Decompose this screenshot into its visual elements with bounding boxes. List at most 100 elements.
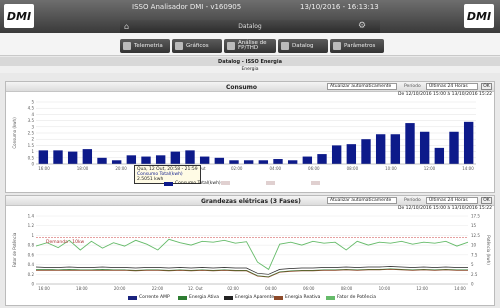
bar: [405, 123, 415, 164]
period-label: Período: [404, 84, 421, 89]
bar: [170, 151, 181, 164]
y-tick-label: 1.5: [28, 143, 35, 148]
panel-title: Grandezas elétricas (3 Fases): [201, 198, 301, 205]
bar: [273, 159, 283, 164]
x-tick-label: 10:00: [385, 166, 397, 171]
bar: [463, 121, 474, 164]
y2-tick-label: 0: [471, 282, 474, 287]
x-tick-label: 20:00: [114, 286, 126, 291]
legend-aparente[interactable]: Energia Aparente: [224, 295, 274, 300]
breadcrumb-sub: Energia: [0, 66, 500, 73]
y-tick-label: 0.5: [28, 155, 35, 160]
bar: [38, 150, 49, 164]
legend-reativa[interactable]: Energia Reativa: [274, 295, 320, 300]
panel-header: Consumo Atualizar automaticamente Períod…: [6, 82, 494, 92]
x-tick-label: 10:00: [379, 286, 391, 291]
bar: [82, 149, 93, 164]
tab-analise[interactable]: Análise de FP/THD: [224, 39, 276, 53]
y-axis-label: Consumo (kwh): [12, 117, 17, 149]
x-tick-label: 08:00: [341, 286, 353, 291]
breadcrumb: Datalog - ISSO Energia: [0, 57, 500, 66]
bar: [375, 134, 386, 164]
datalog-icon: [281, 42, 289, 50]
y-tick-label: 0.4: [28, 262, 35, 267]
panel-header: Grandezas elétricas (3 Fases) Atualizar …: [6, 196, 494, 206]
bar: [331, 145, 342, 164]
bar: [214, 157, 225, 164]
dmi-logo: DMI: [4, 4, 34, 28]
app-title: ISSO Analisador DMI - v160905: [132, 3, 242, 11]
x-tick-label: 14:00: [462, 166, 474, 171]
dmi-logo-right: DMI: [464, 4, 494, 28]
x-tick-label: 02:00: [231, 166, 243, 171]
y-tick-label: 2.5: [28, 131, 35, 136]
tab-parametros[interactable]: Parâmetros: [330, 39, 384, 53]
home-icon[interactable]: ⌂: [124, 22, 133, 31]
tab-datalog[interactable]: Datalog: [278, 39, 328, 53]
y-tick-label: 5: [31, 100, 34, 105]
bar: [258, 160, 269, 164]
y2-tick-label: 17.5: [471, 214, 480, 219]
legend-swatch: [224, 295, 233, 300]
bar: [141, 156, 151, 164]
bar: [185, 150, 195, 164]
date-range: De 12/10/2016 15:00 à 13/10/2016 15:22: [398, 92, 492, 97]
y-tick-label: 0.6: [28, 252, 35, 257]
refresh-select[interactable]: Atualizar automaticamente: [327, 83, 397, 90]
bar: [199, 156, 210, 164]
legend-hidden-2[interactable]: [266, 181, 277, 185]
bar: [346, 144, 357, 164]
legend-fp[interactable]: Fator de Potência: [326, 295, 376, 300]
x-tick-label: 20:00: [115, 166, 127, 171]
grandezas-chart: 0 0 0.2 2.5 0.4 5 0.6 7.5 0.8 10 1 12.5 1.2 15 1.4 17.5…: [12, 214, 491, 292]
legend-hidden-3[interactable]: [311, 181, 322, 185]
datetime: 13/10/2016 - 16:13:13: [300, 3, 379, 11]
title-bar: DMI ISSO Analisador DMI - v160905 13/10/…: [0, 0, 500, 33]
legend-corrente[interactable]: Corrente AMP: [128, 295, 170, 300]
period-select[interactable]: Últimas 24 Horas: [426, 83, 478, 90]
tab-telemetria[interactable]: Telemetria: [120, 39, 170, 53]
section-title: Datalog: [120, 20, 380, 33]
y-tick-label: 0.8: [28, 243, 35, 248]
legend-hidden-1[interactable]: [221, 181, 232, 185]
grandezas-panel: Grandezas elétricas (3 Fases) Atualizar …: [5, 195, 495, 306]
x-tick-label: 04:00: [270, 166, 282, 171]
bar: [229, 160, 239, 164]
y2-tick-label: 15: [471, 223, 477, 228]
bar: [302, 156, 313, 164]
y-tick-label: 1: [31, 233, 34, 238]
period-select[interactable]: Últimas 24 Horas: [426, 197, 478, 204]
x-tick-label: 08:00: [347, 166, 359, 171]
gear-icon[interactable]: ⚙: [358, 22, 367, 31]
bar: [97, 157, 107, 164]
y-tick-label: 1.2: [28, 223, 35, 228]
date-range: De 12/10/2016 15:00 à 13/10/2016 15:22: [398, 206, 492, 211]
y-tick-label: 0.2: [28, 272, 35, 277]
y-tick-label: 3: [31, 124, 34, 129]
bar: [317, 154, 327, 164]
bar-chart-icon: [175, 42, 183, 50]
legend-ativa[interactable]: Energia Ativa: [178, 295, 219, 300]
y-tick-label: 1: [31, 149, 34, 154]
bar: [155, 155, 166, 164]
y-tick-label: 2: [31, 137, 34, 142]
tab-graficos[interactable]: Gráficos: [172, 39, 222, 53]
bar: [287, 160, 298, 164]
legend-consumo[interactable]: Consumo Total(kwh): [164, 181, 221, 186]
x-tick-label: 06:00: [308, 166, 320, 171]
ok-button[interactable]: OK: [481, 197, 492, 204]
y2-tick-label: 2.5: [471, 272, 478, 277]
bar: [361, 139, 371, 164]
ok-button[interactable]: OK: [481, 83, 492, 90]
refresh-select[interactable]: Atualizar automaticamente: [327, 197, 397, 204]
legend-swatch: [311, 181, 320, 185]
bar: [419, 131, 430, 164]
y-tick-label: 4.5: [28, 106, 35, 111]
x-tick-label: 12:00: [424, 166, 436, 171]
bar: [67, 151, 78, 164]
panel-title: Consumo: [226, 84, 258, 91]
y-tick-label: 3.5: [28, 118, 35, 123]
legend-swatch: [221, 181, 230, 185]
nav-bar: Telemetria Gráficos Análise de FP/THD Da…: [0, 33, 500, 56]
y2-axis-label: Potência (kwh): [486, 235, 491, 265]
